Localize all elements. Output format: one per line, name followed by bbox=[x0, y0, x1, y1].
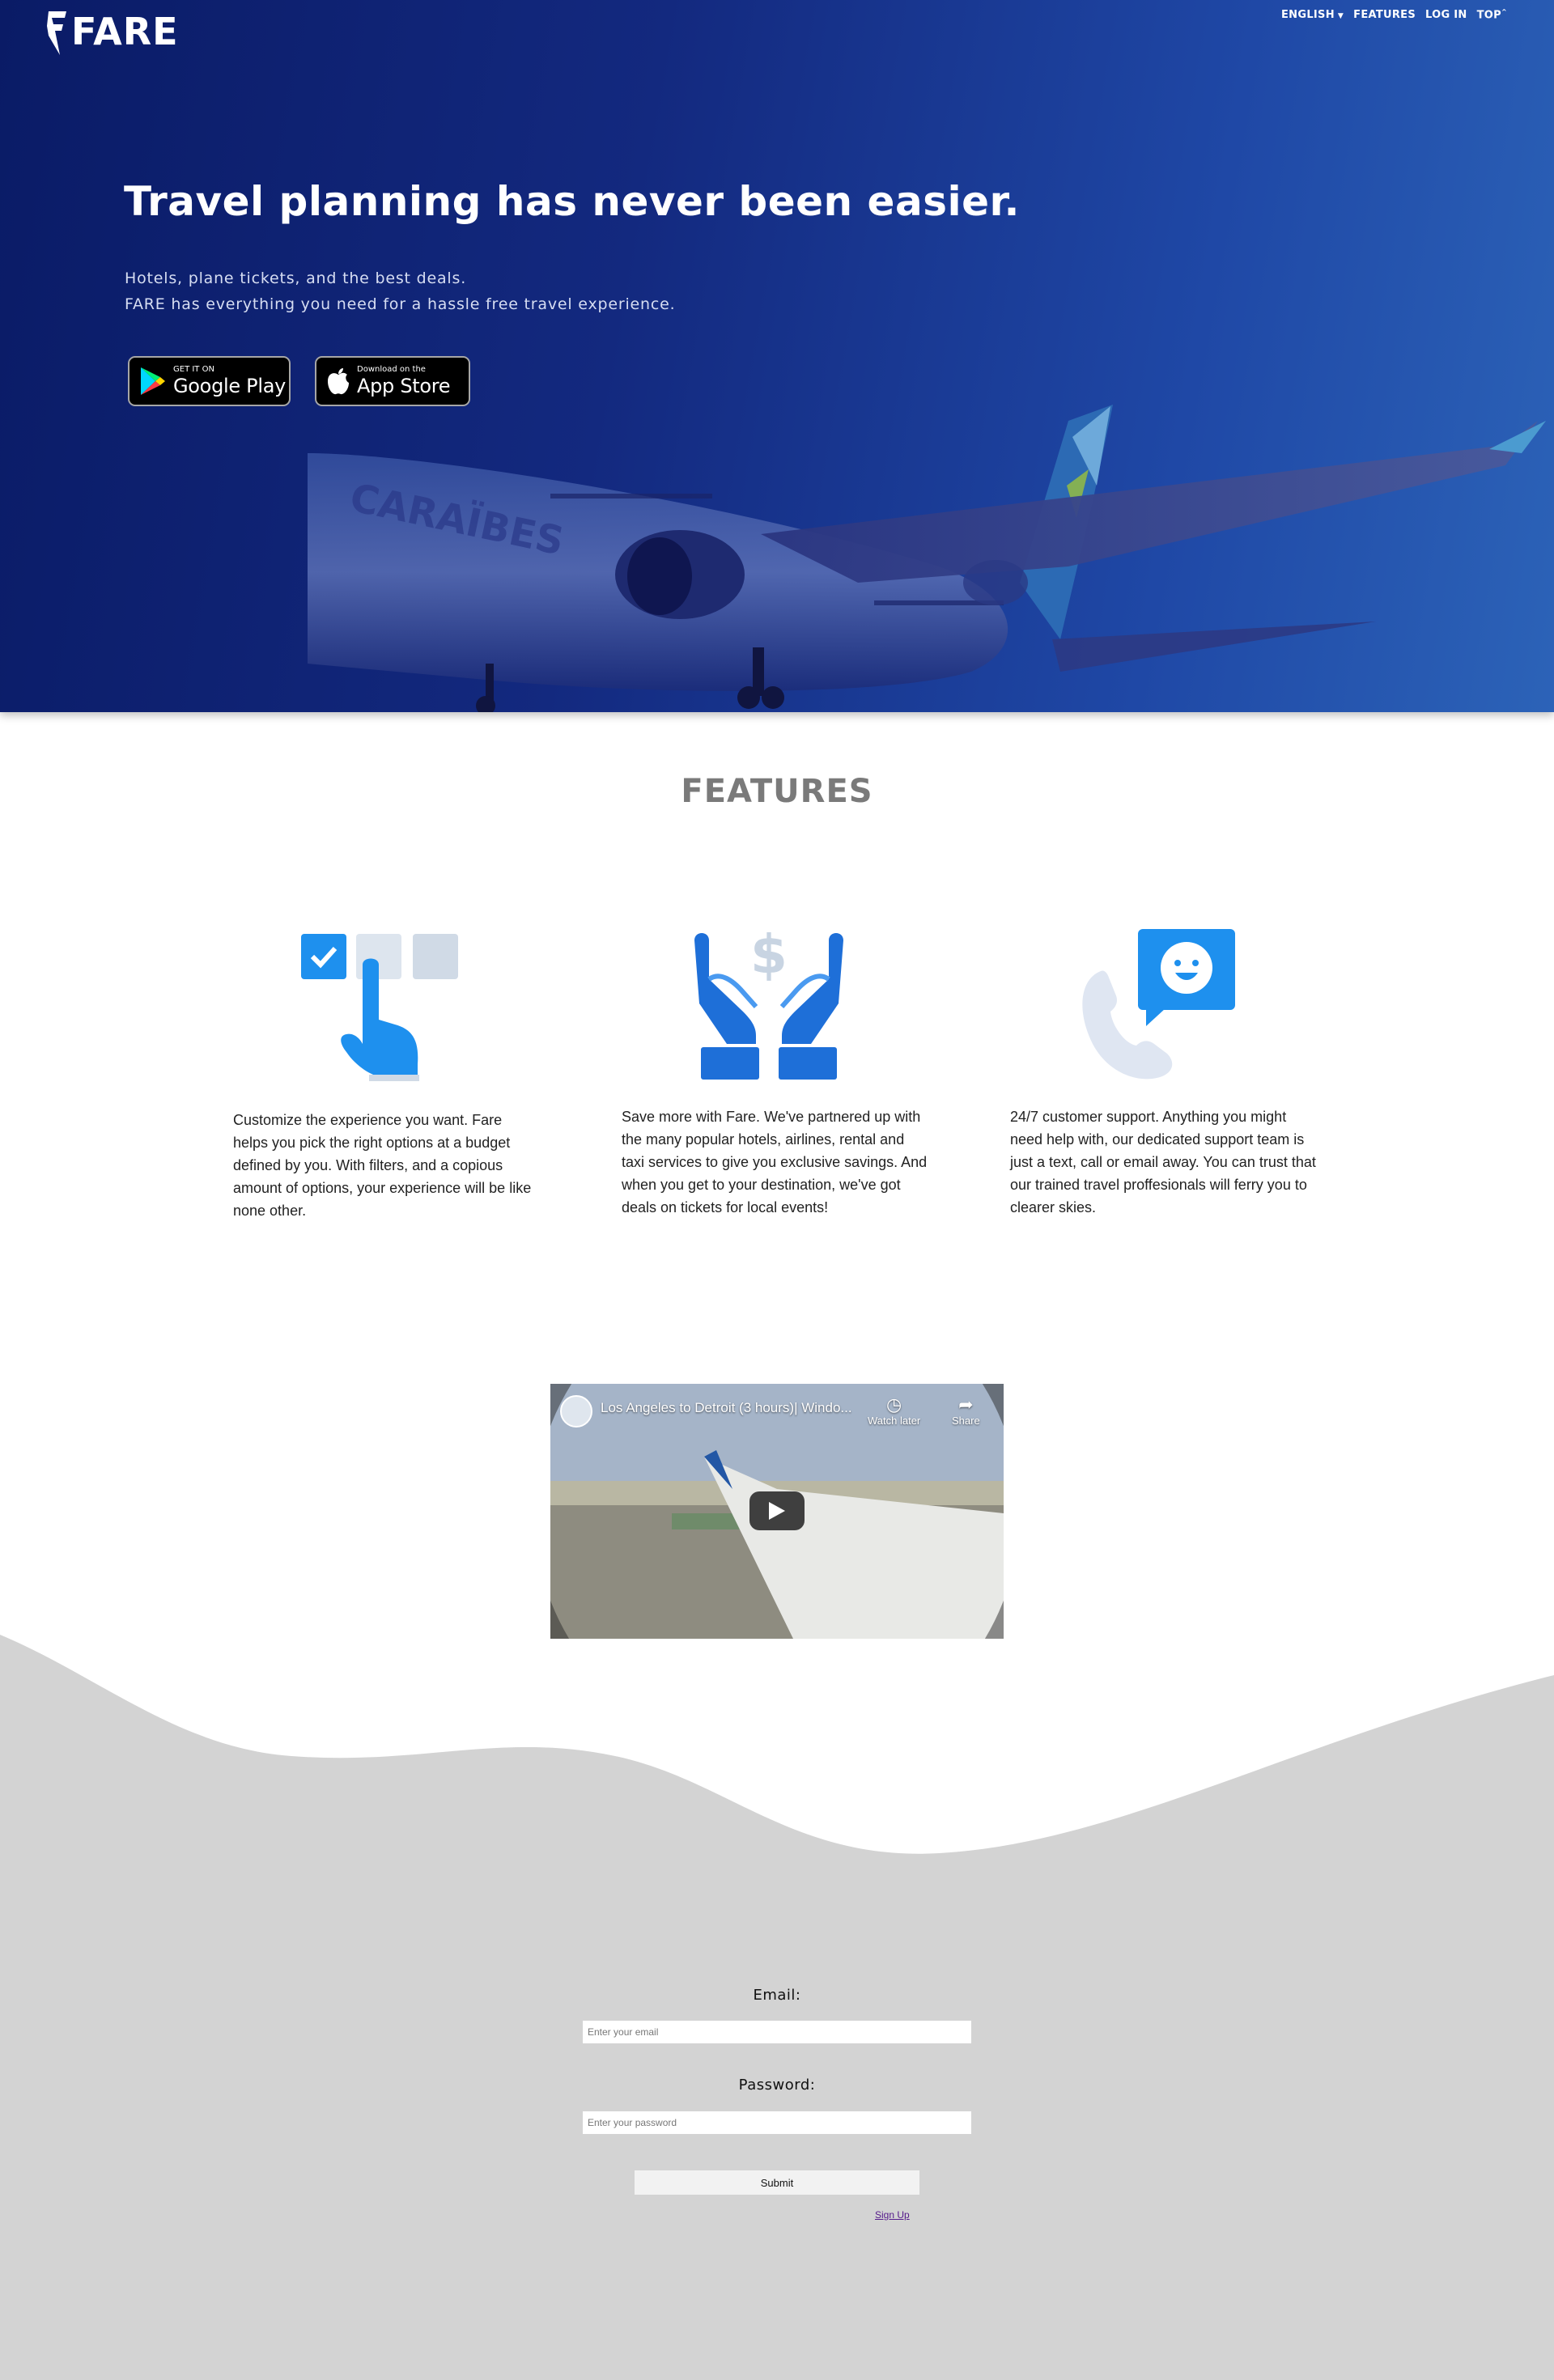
nav-language[interactable]: ENGLISH ▼ bbox=[1281, 9, 1344, 21]
password-label: Password: bbox=[738, 2077, 816, 2094]
clock-icon: ◷ bbox=[886, 1394, 902, 1415]
apple-icon bbox=[328, 368, 349, 395]
play-button[interactable] bbox=[749, 1491, 805, 1530]
sign-up-link[interactable]: Sign Up bbox=[875, 2209, 910, 2221]
nav-language-label: ENGLISH bbox=[1281, 8, 1335, 21]
hero-subtitle-line1: Hotels, plane tickets, and the best deal… bbox=[125, 269, 467, 287]
feature-text-customize: Customize the experience you want. Fare … bbox=[233, 1112, 532, 1219]
pointer-select-icon bbox=[301, 934, 458, 1081]
nav-top[interactable]: TOP^ bbox=[1477, 8, 1507, 21]
email-field[interactable] bbox=[583, 2021, 971, 2043]
nav-login[interactable]: LOG IN bbox=[1425, 9, 1467, 21]
play-icon bbox=[769, 1502, 785, 1520]
nav-features[interactable]: FEATURES bbox=[1353, 9, 1416, 21]
svg-text:$: $ bbox=[750, 923, 788, 986]
channel-avatar[interactable] bbox=[560, 1395, 592, 1428]
submit-button[interactable]: Submit bbox=[635, 2170, 919, 2195]
share-label: Share bbox=[952, 1415, 980, 1427]
video-title[interactable]: Los Angeles to Detroit (3 hours)| Windo.… bbox=[601, 1400, 852, 1416]
watch-later-label: Watch later bbox=[868, 1415, 921, 1427]
watch-later-button[interactable]: ◷ Watch later bbox=[868, 1394, 921, 1428]
share-icon: ➦ bbox=[958, 1394, 974, 1415]
feature-text-savings: Save more with Fare. We've partnered up … bbox=[622, 1109, 928, 1215]
hero-subtitle: Hotels, plane tickets, and the best deal… bbox=[125, 265, 675, 317]
feature-text-support: 24/7 customer support. Anything you migh… bbox=[1010, 1109, 1316, 1215]
nav-top-sup: ^ bbox=[1501, 8, 1507, 15]
app-store-big: App Store bbox=[357, 375, 451, 397]
google-play-icon bbox=[141, 367, 165, 395]
app-store-small: Download on the bbox=[357, 365, 426, 374]
fare-logo[interactable]: FARE bbox=[45, 8, 179, 55]
share-button[interactable]: ➦ Share bbox=[952, 1394, 980, 1428]
chevron-down-icon: ▼ bbox=[1337, 11, 1344, 20]
google-play-small: GET IT ON bbox=[173, 365, 214, 374]
google-play-button[interactable]: GET IT ON Google Play bbox=[128, 356, 291, 406]
hero-subtitle-line2: FARE has everything you need for a hassl… bbox=[125, 295, 676, 313]
hero-title: Travel planning has never been easier. bbox=[124, 178, 1021, 225]
app-store-button[interactable]: Download on the App Store bbox=[315, 356, 470, 406]
youtube-video-embed[interactable]: Los Angeles to Detroit (3 hours)| Windo.… bbox=[550, 1384, 1004, 1639]
nav-top-label: TOP bbox=[1476, 9, 1501, 22]
features-title: FEATURES bbox=[681, 773, 873, 810]
brand-name: FARE bbox=[71, 10, 179, 53]
logo-mark-icon bbox=[47, 11, 66, 55]
google-play-big: Google Play bbox=[173, 375, 287, 397]
phone-chat-icon bbox=[1082, 929, 1235, 1080]
top-navigation: ENGLISH ▼ FEATURES LOG IN TOP^ bbox=[1281, 8, 1507, 21]
hands-dollar-icon: $ bbox=[694, 923, 843, 1080]
password-field[interactable] bbox=[583, 2111, 971, 2134]
email-label: Email: bbox=[753, 1987, 801, 2004]
hero-section: CARAÏBES FARE ENGLISH▼ FEATURES LOG IN bbox=[0, 0, 1554, 712]
